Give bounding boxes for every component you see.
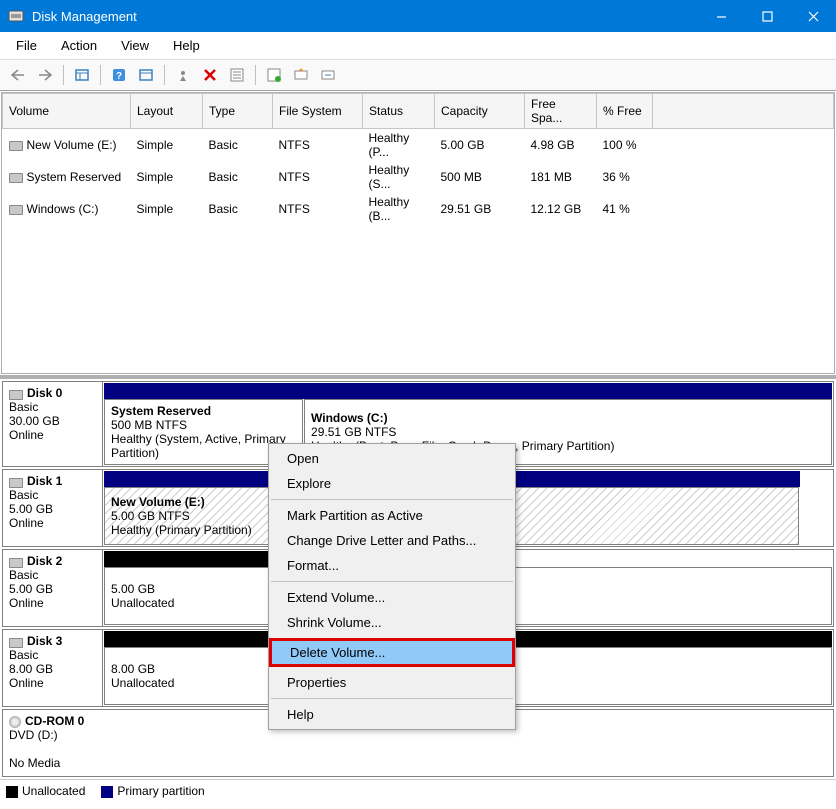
volume-icon (9, 141, 23, 151)
back-button[interactable] (6, 64, 30, 86)
disk-icon (9, 638, 23, 648)
help-button[interactable]: ? (107, 64, 131, 86)
forward-button[interactable] (33, 64, 57, 86)
action-button[interactable] (134, 64, 158, 86)
show-hide-button[interactable] (70, 64, 94, 86)
disk-label: Disk 2 Basic5.00 GBOnline (3, 550, 103, 626)
disk-label: Disk 3 Basic8.00 GBOnline (3, 630, 103, 706)
ctx-shrink[interactable]: Shrink Volume... (269, 610, 515, 635)
legend-unallocated-swatch (6, 786, 18, 798)
col-volume[interactable]: Volume (3, 94, 131, 129)
ctx-change-letter[interactable]: Change Drive Letter and Paths... (269, 528, 515, 553)
window-buttons (698, 0, 836, 32)
legend: Unallocated Primary partition (0, 779, 836, 802)
table-header: Volume Layout Type File System Status Ca… (3, 94, 834, 129)
volume-icon (9, 173, 23, 183)
volume-table: Volume Layout Type File System Status Ca… (2, 93, 834, 225)
col-capacity[interactable]: Capacity (435, 94, 525, 129)
ctx-properties[interactable]: Properties (269, 670, 515, 695)
disk-icon (9, 390, 23, 400)
ctx-mark-active[interactable]: Mark Partition as Active (269, 503, 515, 528)
context-menu: Open Explore Mark Partition as Active Ch… (268, 443, 516, 730)
table-row[interactable]: System Reserved SimpleBasicNTFS Healthy … (3, 161, 834, 193)
ctx-explore[interactable]: Explore (269, 471, 515, 496)
menu-file[interactable]: File (4, 34, 49, 57)
menu-action[interactable]: Action (49, 34, 109, 57)
close-button[interactable] (790, 0, 836, 32)
volume-icon (9, 205, 23, 215)
legend-primary-swatch (101, 786, 113, 798)
window-title: Disk Management (32, 9, 698, 24)
table-row[interactable]: Windows (C:) SimpleBasicNTFS Healthy (B.… (3, 193, 834, 225)
detach-icon[interactable] (316, 64, 340, 86)
menubar: File Action View Help (0, 32, 836, 60)
menu-help[interactable]: Help (161, 34, 212, 57)
ctx-help[interactable]: Help (269, 702, 515, 727)
disk-icon (9, 558, 23, 568)
volume-list: Volume Layout Type File System Status Ca… (1, 92, 835, 374)
col-fs[interactable]: File System (273, 94, 363, 129)
ctx-extend[interactable]: Extend Volume... (269, 585, 515, 610)
ctx-delete-wrap: Delete Volume... (269, 638, 515, 667)
properties-icon[interactable] (225, 64, 249, 86)
col-pctfree[interactable]: % Free (597, 94, 653, 129)
ctx-format[interactable]: Format... (269, 553, 515, 578)
titlebar: Disk Management (0, 0, 836, 32)
col-type[interactable]: Type (203, 94, 273, 129)
disk-label: Disk 0 Basic30.00 GBOnline (3, 382, 103, 466)
col-status[interactable]: Status (363, 94, 435, 129)
col-free[interactable]: Free Spa... (525, 94, 597, 129)
ctx-delete-volume[interactable]: Delete Volume... (272, 641, 512, 664)
cdrom-icon (9, 716, 21, 728)
toolbar: ? (0, 60, 836, 91)
delete-icon[interactable] (198, 64, 222, 86)
refresh-icon[interactable] (262, 64, 286, 86)
col-layout[interactable]: Layout (131, 94, 203, 129)
disk-management-icon (8, 8, 24, 24)
disk-label: Disk 1 Basic5.00 GBOnline (3, 470, 103, 546)
disk-icon (9, 478, 23, 488)
settings-button[interactable] (171, 64, 195, 86)
svg-text:?: ? (116, 71, 122, 82)
minimize-button[interactable] (698, 0, 744, 32)
col-spacer[interactable] (653, 94, 834, 129)
table-row[interactable]: New Volume (E:) SimpleBasicNTFS Healthy … (3, 129, 834, 162)
menu-view[interactable]: View (109, 34, 161, 57)
maximize-button[interactable] (744, 0, 790, 32)
attach-icon[interactable] (289, 64, 313, 86)
ctx-open[interactable]: Open (269, 446, 515, 471)
